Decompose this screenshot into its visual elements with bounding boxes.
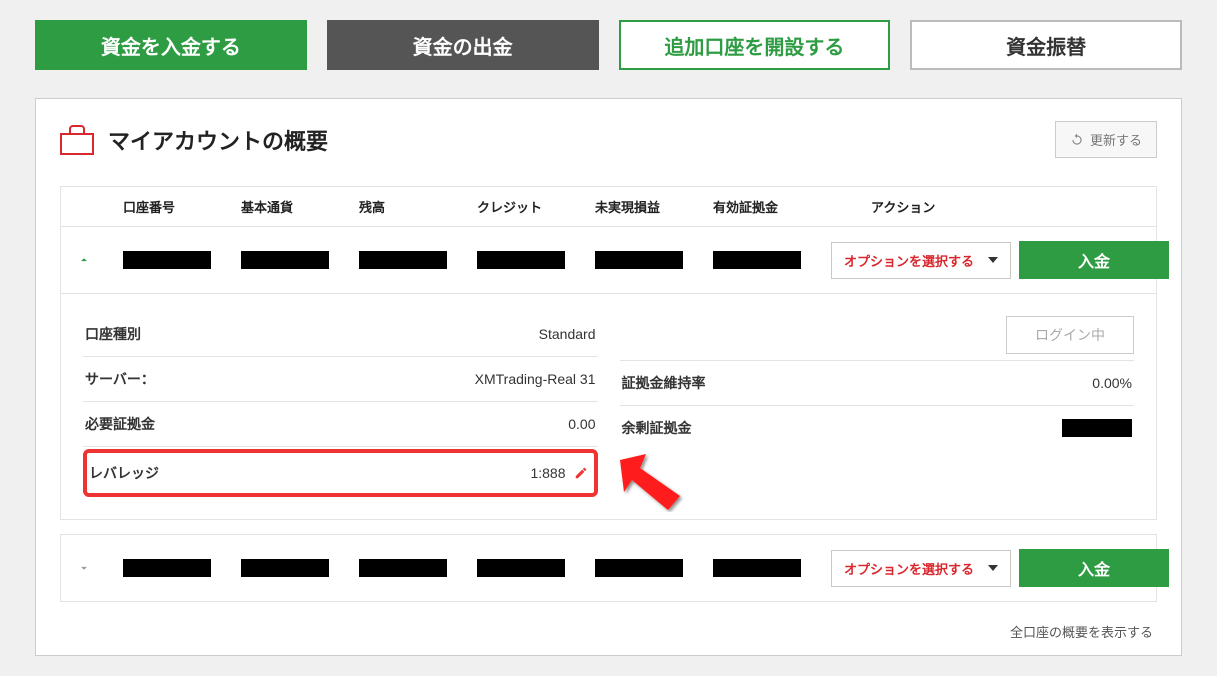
details-col-left: 口座種別 Standard サーバー： XMTrading-Real 31 必要… (83, 312, 598, 497)
tab-deposit[interactable]: 資金を入金する (35, 20, 307, 70)
leverage-label: レバレッジ (89, 463, 159, 483)
tab-transfer[interactable]: 資金振替 (910, 20, 1182, 70)
redacted-value (477, 559, 565, 577)
req-margin-label: 必要証拠金 (85, 414, 155, 434)
redacted-value (477, 251, 565, 269)
leverage-row-highlighted: レバレッジ 1:888 (83, 449, 598, 497)
redacted-value (595, 559, 683, 577)
col-base-ccy: 基本通貨 (241, 197, 351, 216)
account-details: 口座種別 Standard サーバー： XMTrading-Real 31 必要… (61, 293, 1156, 519)
refresh-label: 更新する (1090, 130, 1142, 149)
refresh-icon (1070, 133, 1084, 147)
deposit-button[interactable]: 入金 (1019, 241, 1169, 279)
col-credit: クレジット (477, 197, 587, 216)
details-col-right: ログイン中 証拠金維持率 0.00% 余剰証拠金 (620, 312, 1135, 497)
deposit-button[interactable]: 入金 (1019, 549, 1169, 587)
tab-withdraw[interactable]: 資金の出金 (327, 20, 599, 70)
req-margin-value: 0.00 (568, 416, 595, 432)
panel-title: マイアカウントの概要 (108, 124, 328, 156)
chevron-down-icon (988, 565, 998, 571)
redacted-value (241, 559, 329, 577)
panel-header: マイアカウントの概要 更新する (60, 121, 1157, 158)
account-block-1: 口座番号 基本通貨 残高 クレジット 未実現損益 有効証拠金 アクション オプシ… (60, 186, 1157, 520)
margin-level-value: 0.00% (1092, 375, 1132, 391)
redacted-value (713, 251, 801, 269)
chevron-down-icon (988, 257, 998, 263)
top-tabs: 資金を入金する 資金の出金 追加口座を開設する 資金振替 (35, 20, 1182, 70)
account-type-label: 口座種別 (85, 324, 141, 344)
tab-open-account[interactable]: 追加口座を開設する (619, 20, 891, 70)
account-type-value: Standard (539, 326, 596, 342)
col-equity: 有効証拠金 (713, 197, 823, 216)
redacted-value (241, 251, 329, 269)
redacted-value (595, 251, 683, 269)
option-select[interactable]: オプションを選択する (831, 242, 1011, 279)
chevron-up-icon[interactable] (75, 251, 93, 269)
account-row-1: オプションを選択する 入金 (61, 227, 1156, 293)
redacted-value (123, 251, 211, 269)
chevron-down-icon[interactable] (75, 559, 93, 577)
redacted-value (359, 559, 447, 577)
redacted-value (123, 559, 211, 577)
account-header-row: 口座番号 基本通貨 残高 クレジット 未実現損益 有効証拠金 アクション (61, 187, 1156, 227)
refresh-button[interactable]: 更新する (1055, 121, 1157, 158)
account-block-2: オプションを選択する 入金 (60, 534, 1157, 602)
option-select[interactable]: オプションを選択する (831, 550, 1011, 587)
option-select-label: オプションを選択する (844, 559, 974, 578)
show-all-accounts-link[interactable]: 全口座の概要を表示する (60, 616, 1157, 641)
pencil-icon[interactable] (574, 466, 588, 480)
col-balance: 残高 (359, 197, 469, 216)
account-overview-panel: マイアカウントの概要 更新する 口座番号 基本通貨 残高 クレジット 未実現損益… (35, 98, 1182, 656)
login-status-button: ログイン中 (1006, 316, 1134, 354)
briefcase-icon (60, 125, 94, 155)
server-value: XMTrading-Real 31 (475, 371, 596, 387)
redacted-value (359, 251, 447, 269)
col-unrealized: 未実現損益 (595, 197, 705, 216)
account-row-2: オプションを選択する 入金 (61, 535, 1156, 601)
redacted-value (1062, 419, 1132, 437)
server-label: サーバー： (85, 369, 155, 389)
col-action: アクション (831, 197, 1011, 216)
leverage-value: 1:888 (530, 465, 565, 481)
margin-level-label: 証拠金維持率 (622, 373, 706, 393)
option-select-label: オプションを選択する (844, 251, 974, 270)
col-account-no: 口座番号 (123, 197, 233, 216)
redacted-value (713, 559, 801, 577)
free-margin-label: 余剰証拠金 (622, 418, 692, 438)
